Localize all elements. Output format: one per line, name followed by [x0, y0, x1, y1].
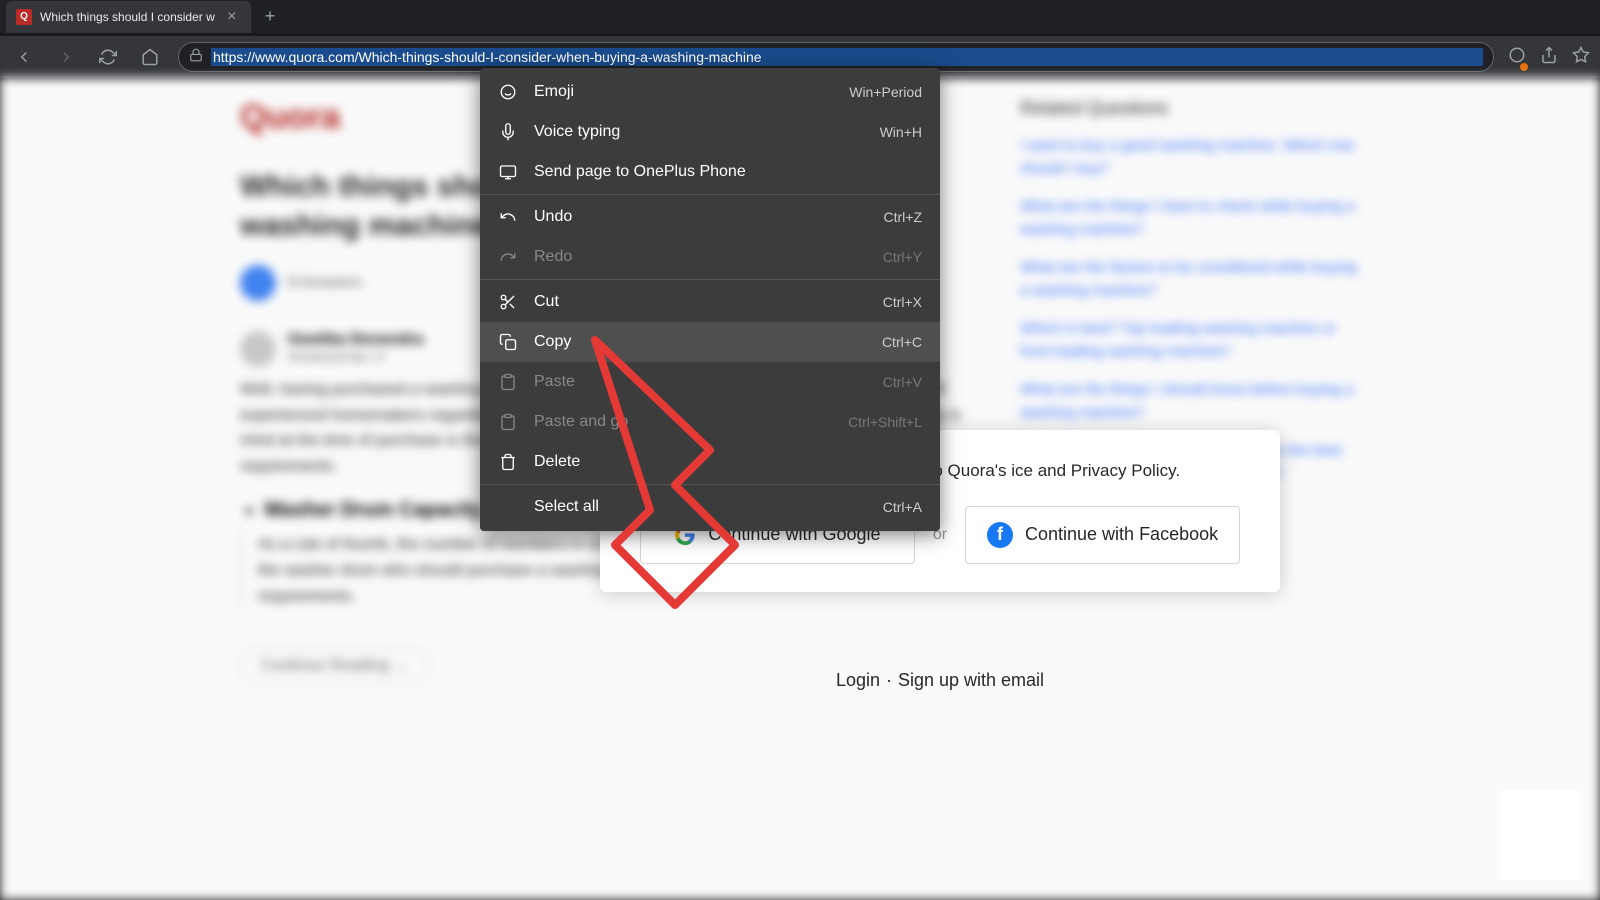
- context-menu-paste-and-go: Paste and go Ctrl+Shift+L: [480, 402, 940, 442]
- context-menu-copy[interactable]: Copy Ctrl+C: [480, 322, 940, 362]
- context-menu-redo: Redo Ctrl+Y: [480, 237, 940, 277]
- quora-favicon: Q: [16, 9, 32, 25]
- login-signup-line: Login·Sign up with email: [600, 670, 1280, 691]
- new-tab-button[interactable]: +: [265, 6, 276, 27]
- favorites-icon[interactable]: [1572, 46, 1590, 69]
- context-menu-cut[interactable]: Cut Ctrl+X: [480, 282, 940, 322]
- context-menu-label: Copy: [534, 333, 866, 351]
- toolbar-right-icons: [1508, 46, 1590, 69]
- context-menu-shortcut: Win+H: [880, 124, 922, 140]
- send-icon: [498, 162, 518, 182]
- login-link[interactable]: Login: [836, 670, 880, 690]
- context-menu-label: Cut: [534, 293, 867, 311]
- context-menu-shortcut: Ctrl+Shift+L: [848, 414, 922, 430]
- context-menu-label: Delete: [534, 453, 906, 471]
- lock-icon: [189, 48, 203, 67]
- context-menu-shortcut: Ctrl+V: [883, 374, 922, 390]
- pastego-icon: [498, 412, 518, 432]
- context-menu-shortcut: Win+Period: [849, 84, 922, 100]
- context-menu: Emoji Win+Period Voice typing Win+H Send pag…: [480, 68, 940, 531]
- redo-icon: [498, 247, 518, 267]
- paste-icon: [498, 372, 518, 392]
- signup-link[interactable]: Sign up with email: [898, 670, 1044, 690]
- context-menu-separator: [480, 279, 940, 280]
- tracking-icon[interactable]: [1508, 46, 1526, 69]
- browser-tab-bar: Q Which things should I consider w × +: [0, 0, 1600, 36]
- context-menu-label: Voice typing: [534, 123, 864, 141]
- context-menu-undo[interactable]: Undo Ctrl+Z: [480, 197, 940, 237]
- context-menu-label: Emoji: [534, 83, 833, 101]
- refresh-button[interactable]: [94, 43, 122, 71]
- context-menu-select-all[interactable]: Select all Ctrl+A: [480, 487, 940, 527]
- recaptcha-badge: [1500, 790, 1580, 880]
- context-menu-send-page-to-oneplus-phone[interactable]: Send page to OnePlus Phone: [480, 152, 940, 192]
- home-button[interactable]: [136, 43, 164, 71]
- context-menu-paste: Paste Ctrl+V: [480, 362, 940, 402]
- browser-tab[interactable]: Q Which things should I consider w ×: [6, 1, 251, 33]
- blank-icon: [498, 497, 518, 517]
- context-menu-label: Redo: [534, 248, 867, 266]
- forward-button[interactable]: [52, 43, 80, 71]
- context-menu-label: Select all: [534, 498, 867, 516]
- context-menu-shortcut: Ctrl+C: [882, 334, 922, 350]
- mic-icon: [498, 122, 518, 142]
- delete-icon: [498, 452, 518, 472]
- context-menu-label: Paste: [534, 373, 867, 391]
- context-menu-label: Send page to OnePlus Phone: [534, 163, 906, 181]
- context-menu-voice-typing[interactable]: Voice typing Win+H: [480, 112, 940, 152]
- cut-icon: [498, 292, 518, 312]
- copy-icon: [498, 332, 518, 352]
- context-menu-delete[interactable]: Delete: [480, 442, 940, 482]
- undo-icon: [498, 207, 518, 227]
- context-menu-separator: [480, 484, 940, 485]
- share-icon[interactable]: [1540, 46, 1558, 69]
- close-tab-icon[interactable]: ×: [223, 8, 241, 26]
- emoji-icon: [498, 82, 518, 102]
- url-text[interactable]: https://www.quora.com/Which-things-shoul…: [211, 48, 1483, 66]
- context-menu-shortcut: Ctrl+Z: [884, 209, 923, 225]
- context-menu-emoji[interactable]: Emoji Win+Period: [480, 72, 940, 112]
- continue-facebook-button[interactable]: f Continue with Facebook: [965, 506, 1240, 564]
- facebook-icon: f: [987, 522, 1013, 548]
- tab-title: Which things should I consider w: [40, 10, 215, 24]
- context-menu-shortcut: Ctrl+Y: [883, 249, 922, 265]
- context-menu-label: Undo: [534, 208, 868, 226]
- context-menu-shortcut: Ctrl+X: [883, 294, 922, 310]
- context-menu-shortcut: Ctrl+A: [883, 499, 922, 515]
- context-menu-separator: [480, 194, 940, 195]
- context-menu-label: Paste and go: [534, 413, 832, 431]
- back-button[interactable]: [10, 43, 38, 71]
